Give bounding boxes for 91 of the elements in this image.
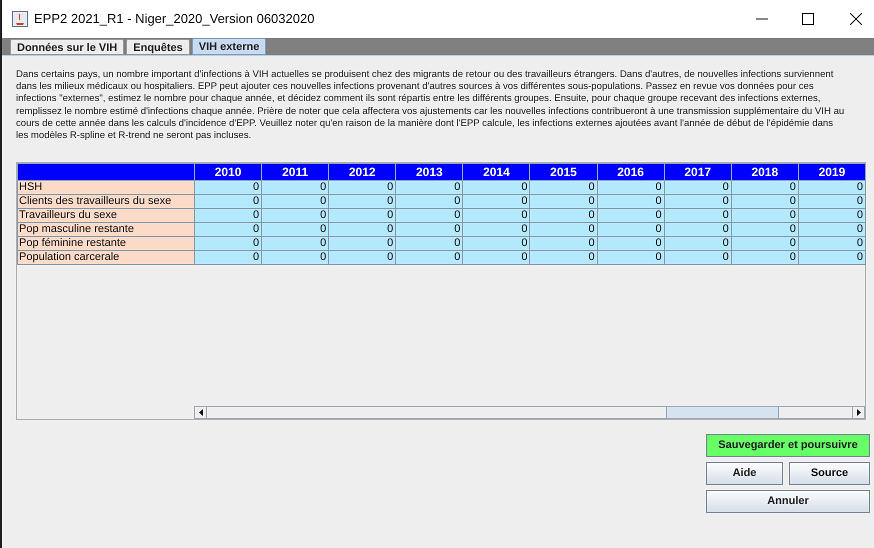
table-cell[interactable]: 0 (798, 236, 866, 251)
table-cell[interactable]: 0 (530, 222, 598, 237)
table-cell[interactable]: 0 (262, 194, 329, 209)
table-cell[interactable]: 0 (664, 236, 732, 251)
row-header-cell: Clients des travailleurs du sexe (18, 194, 194, 209)
column-header: 2013 (396, 164, 463, 181)
table-cell[interactable]: 0 (731, 180, 798, 195)
table-cell[interactable]: 0 (664, 250, 732, 265)
table-cell[interactable]: 0 (597, 222, 664, 237)
column-header: 2010 (194, 164, 262, 181)
maximize-icon[interactable] (802, 13, 814, 25)
table-cell[interactable]: 0 (396, 208, 463, 223)
table-cell[interactable]: 0 (798, 222, 866, 237)
help-button[interactable]: Aide (706, 462, 783, 486)
scrollbar-thumb[interactable] (666, 407, 779, 418)
column-header: 2015 (530, 164, 598, 181)
table-cell[interactable]: 0 (597, 208, 664, 223)
column-header: 2019 (798, 164, 866, 181)
table-cell[interactable]: 0 (262, 180, 329, 195)
table-cell[interactable]: 0 (396, 180, 463, 195)
table-cell[interactable]: 0 (798, 194, 866, 209)
table-cell[interactable]: 0 (328, 222, 396, 237)
table-cell[interactable]: 0 (731, 222, 798, 237)
table-cell[interactable]: 0 (262, 236, 329, 251)
table-cell[interactable]: 0 (328, 194, 396, 209)
table-cell[interactable]: 0 (731, 194, 798, 209)
table-cell[interactable]: 0 (396, 250, 463, 265)
table-cell[interactable]: 0 (462, 180, 530, 195)
table-cell[interactable]: 0 (462, 222, 530, 237)
save-continue-button[interactable]: Sauvegarder et poursuivre (706, 434, 870, 458)
table-cell[interactable]: 0 (597, 250, 664, 265)
table-cell[interactable]: 0 (530, 250, 598, 265)
table-cell[interactable]: 0 (731, 208, 798, 223)
row-header-cell: Pop féminine restante (18, 236, 194, 251)
table-cell[interactable]: 0 (396, 222, 463, 237)
table-cell[interactable]: 0 (597, 180, 664, 195)
column-header: 2018 (731, 164, 798, 181)
tab[interactable]: VIH externe (192, 38, 266, 55)
table-cell[interactable]: 0 (530, 236, 598, 251)
tab[interactable]: Données sur le VIH (10, 39, 124, 55)
table-cell[interactable]: 0 (731, 250, 798, 265)
table-cell[interactable]: 0 (664, 208, 732, 223)
table-cell[interactable]: 0 (530, 208, 598, 223)
row-header-cell: Pop masculine restante (18, 222, 194, 237)
table-cell[interactable]: 0 (731, 236, 798, 251)
table-cell[interactable]: 0 (262, 250, 329, 265)
tab[interactable]: Enquêtes (126, 39, 190, 55)
table-cell[interactable]: 0 (328, 236, 396, 251)
table-cell[interactable]: 0 (262, 208, 329, 223)
row-header-cell: Travailleurs du sexe (18, 208, 194, 223)
window-title: EPP2 2021_R1 - Niger_2020_Version 06032020 (34, 10, 314, 28)
column-header: 2017 (664, 164, 732, 181)
cancel-button[interactable]: Annuler (706, 490, 870, 514)
table-cell[interactable]: 0 (462, 250, 530, 265)
table-cell[interactable]: 0 (597, 194, 664, 209)
table-cell[interactable]: 0 (328, 250, 396, 265)
close-icon[interactable] (850, 13, 862, 25)
app-icon (12, 11, 28, 27)
table-cell[interactable]: 0 (597, 236, 664, 251)
table-cell[interactable]: 0 (530, 194, 598, 209)
right-arrow-icon (856, 409, 860, 416)
table-cell[interactable]: 0 (328, 208, 396, 223)
table-cell[interactable]: 0 (462, 194, 530, 209)
table-cell[interactable]: 0 (664, 194, 732, 209)
left-arrow-icon (198, 409, 202, 416)
table-cell[interactable]: 0 (396, 236, 463, 251)
table-cell[interactable]: 0 (396, 194, 463, 209)
table-cell[interactable]: 0 (798, 180, 866, 195)
table-cell[interactable]: 0 (798, 208, 866, 223)
table-cell[interactable]: 0 (798, 250, 866, 265)
table-cell[interactable]: 0 (194, 250, 262, 265)
row-header-cell: Population carcerale (18, 250, 194, 265)
table-cell[interactable]: 0 (328, 180, 396, 195)
source-button[interactable]: Source (789, 462, 870, 486)
table-cell[interactable]: 0 (262, 222, 329, 237)
column-header: 2012 (328, 164, 396, 181)
column-header: 2014 (462, 164, 530, 181)
row-header-cell: HSH (18, 180, 194, 195)
table-cell[interactable]: 0 (194, 180, 262, 195)
table-cell[interactable]: 0 (462, 208, 530, 223)
column-header: 2016 (597, 164, 664, 181)
description-text: Dans certains pays, un nombre important d'infections à VIH actuelles se produisent chez des migrants de retour ou des travailleurs étrangers. Dans d'autres, de nouvelles infections surviennent dans les milieux médicaux ou hospitaliers. EPP peut ajouter ces nouvelles infections provenant d'autres sources à vos différentes sous-populations. Passez en revue vos données pour ces infections "externes", estimez le nombre pour chaque année, et décidez comment ils sont répartis entre les différents groupes. Ensuite, pour chaque groupe recevant des infections externes, remplissez le nombre estimé d'infections chaque année. Prière de noter que cela affectera vos ajustements car les nouvelles infections contribueront à une transmission supplémentaire du VIH au cours de cette année dans les calculs d'incidence d'EPP. Veuillez noter qu'en raison de la manière dont l'EPP calcule, les infections externes ajoutées avant l'année de début de l'épidémie dans les modèles R-spline et R-trend ne seront pas incluses. (16, 69, 846, 142)
table-cell[interactable]: 0 (194, 236, 262, 251)
table-cell[interactable]: 0 (664, 180, 732, 195)
column-header: 2011 (262, 164, 329, 181)
table-cell[interactable]: 0 (194, 208, 262, 223)
table-cell[interactable]: 0 (194, 222, 262, 237)
table-cell[interactable]: 0 (664, 222, 732, 237)
table-cell[interactable]: 0 (462, 236, 530, 251)
table-cell[interactable]: 0 (194, 194, 262, 209)
table-cell[interactable]: 0 (530, 180, 598, 195)
